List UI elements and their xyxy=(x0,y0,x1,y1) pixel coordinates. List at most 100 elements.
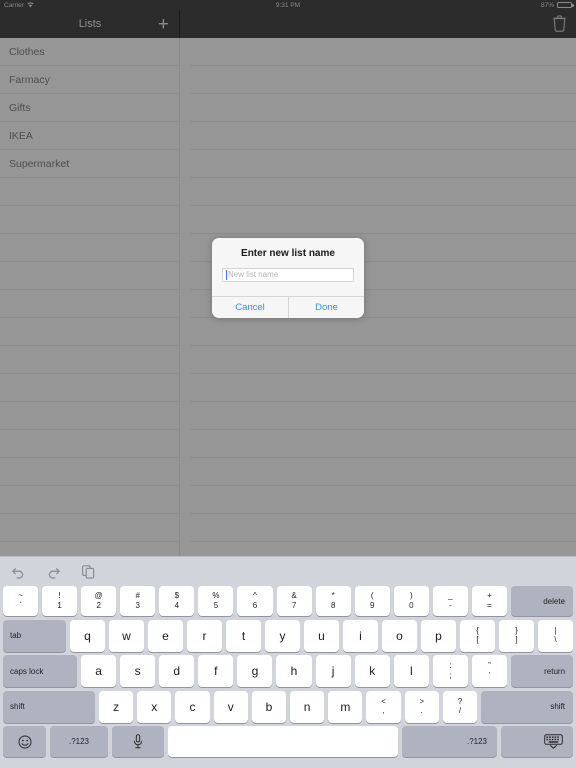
key-m[interactable]: m xyxy=(328,690,363,723)
key-equals[interactable]: + = xyxy=(471,586,508,616)
microphone-icon[interactable] xyxy=(112,726,164,757)
key-s[interactable]: s xyxy=(120,655,156,687)
key-c[interactable]: c xyxy=(175,690,210,723)
input-placeholder: New list name xyxy=(228,270,279,279)
key-sub-label: , xyxy=(382,706,385,715)
onscreen-keyboard[interactable]: ~ ` ! 1 @ 2 # 3 $ 4 % 5 ^ 6 & 7 * 8 (9 … xyxy=(0,556,576,768)
sidebar-item-label: IKEA xyxy=(9,129,33,142)
key-n[interactable]: n xyxy=(290,690,325,723)
key-bracket-right[interactable]: } ] xyxy=(499,619,534,652)
key-z[interactable]: z xyxy=(99,690,134,723)
detail-navigation-bar xyxy=(180,10,576,38)
key-quote[interactable]: ” ’ xyxy=(471,655,508,687)
numeric-key-right[interactable]: .?123 xyxy=(402,726,497,757)
space-key[interactable] xyxy=(168,726,398,757)
keyboard-row-bottom-letters: shift z x c v b n m < , > . ? / shift xyxy=(0,690,576,723)
key-o[interactable]: o xyxy=(382,619,417,652)
delete-key[interactable]: delete xyxy=(511,586,574,616)
trash-icon[interactable] xyxy=(553,15,566,32)
key-1[interactable]: ! 1 xyxy=(42,586,78,616)
shift-key-left[interactable]: shift xyxy=(3,690,95,723)
key-p[interactable]: p xyxy=(421,619,456,652)
key-9[interactable]: ( 9 xyxy=(354,586,390,616)
sidebar-item-supermarket[interactable]: Supermarket xyxy=(0,150,179,178)
status-bar-right: 87% xyxy=(541,2,574,9)
key-bracket-left[interactable]: { [ xyxy=(460,619,495,652)
sidebar-item-ikea[interactable]: IKEA xyxy=(0,122,179,150)
key-tilde-backtick[interactable]: ~ ` xyxy=(3,586,39,616)
key-x[interactable]: x xyxy=(137,690,172,723)
key-h[interactable]: h xyxy=(276,655,312,687)
key-sup-label: & xyxy=(291,591,297,601)
add-list-icon[interactable]: + xyxy=(158,10,169,38)
sidebar-empty-row xyxy=(0,514,179,542)
key-f[interactable]: f xyxy=(198,655,234,687)
paste-icon[interactable] xyxy=(81,564,96,579)
key-y[interactable]: y xyxy=(265,619,300,652)
key-7[interactable]: & 7 xyxy=(276,586,312,616)
key-d[interactable]: d xyxy=(159,655,195,687)
lists-sidebar[interactable]: Clothes Farmacy Gifts IKEA Supermarket xyxy=(0,38,180,556)
new-list-name-input[interactable]: New list name xyxy=(222,268,354,282)
sidebar-item-clothes[interactable]: Clothes xyxy=(0,38,179,66)
shift-key-right[interactable]: shift xyxy=(481,690,574,723)
key-sup-label: # xyxy=(135,591,140,601)
key-8[interactable]: * 8 xyxy=(315,586,351,616)
key-w[interactable]: w xyxy=(109,619,144,652)
key-v[interactable]: v xyxy=(213,690,248,723)
sidebar-item-label: Supermarket xyxy=(9,157,70,170)
key-r[interactable]: r xyxy=(187,619,222,652)
key-j[interactable]: j xyxy=(315,655,351,687)
key-e[interactable]: e xyxy=(148,619,183,652)
detail-empty-row xyxy=(190,178,576,206)
key-5[interactable]: % 5 xyxy=(198,586,234,616)
key-b[interactable]: b xyxy=(251,690,287,723)
key-i[interactable]: i xyxy=(343,619,378,652)
key-period[interactable]: > . xyxy=(404,690,439,723)
key-sup-label: _ xyxy=(448,591,453,601)
key-sub-label: ` xyxy=(19,600,22,610)
key-a[interactable]: a xyxy=(81,655,117,687)
emoji-icon[interactable] xyxy=(3,726,46,757)
keyboard-row-space: .?123 .?123 xyxy=(0,726,576,757)
key-0[interactable]: ) 0 xyxy=(393,586,429,616)
key-2[interactable]: @ 2 xyxy=(81,586,117,616)
key-minus[interactable]: _ - xyxy=(432,586,468,616)
detail-empty-row xyxy=(190,66,576,94)
cancel-button[interactable]: Cancel xyxy=(212,297,288,318)
key-sup-label: $ xyxy=(174,591,180,601)
tab-key[interactable]: tab xyxy=(3,619,66,652)
key-sup-label: { xyxy=(476,625,479,635)
sidebar-item-label: Farmacy xyxy=(9,73,50,86)
sidebar-item-farmacy[interactable]: Farmacy xyxy=(0,66,179,94)
key-u[interactable]: u xyxy=(304,619,339,652)
detail-empty-row xyxy=(190,94,576,122)
key-4[interactable]: $ 4 xyxy=(159,586,195,616)
return-key[interactable]: return xyxy=(511,655,574,687)
done-button[interactable]: Done xyxy=(288,297,364,318)
keyboard-dismiss-icon[interactable] xyxy=(501,726,573,757)
key-slash[interactable]: ? / xyxy=(442,690,478,723)
key-semicolon[interactable]: : ; xyxy=(432,655,468,687)
key-comma[interactable]: < , xyxy=(366,690,401,723)
key-l[interactable]: l xyxy=(393,655,429,687)
numeric-key-left[interactable]: .?123 xyxy=(50,726,108,757)
key-6[interactable]: ^ 6 xyxy=(237,586,273,616)
key-k[interactable]: k xyxy=(354,655,390,687)
key-sub-label: 0 xyxy=(409,600,414,610)
detail-empty-row xyxy=(190,486,576,514)
sidebar-item-gifts[interactable]: Gifts xyxy=(0,94,179,122)
caps-lock-key[interactable]: caps lock xyxy=(3,655,77,687)
key-t[interactable]: t xyxy=(226,619,261,652)
key-3[interactable]: # 3 xyxy=(120,586,156,616)
keyboard-row-home: caps lock a s d f g h j k l : ; ” ’ retu… xyxy=(0,655,576,687)
sidebar-navigation-bar: Lists + xyxy=(0,10,180,38)
undo-icon[interactable] xyxy=(11,564,26,579)
redo-icon[interactable] xyxy=(46,564,61,579)
key-sup-label: + xyxy=(487,591,492,601)
key-sub-label: - xyxy=(449,600,452,610)
key-q[interactable]: q xyxy=(70,619,105,652)
key-backslash[interactable]: | \ xyxy=(538,619,573,652)
key-g[interactable]: g xyxy=(237,655,273,687)
key-sub-label: 4 xyxy=(174,600,180,610)
